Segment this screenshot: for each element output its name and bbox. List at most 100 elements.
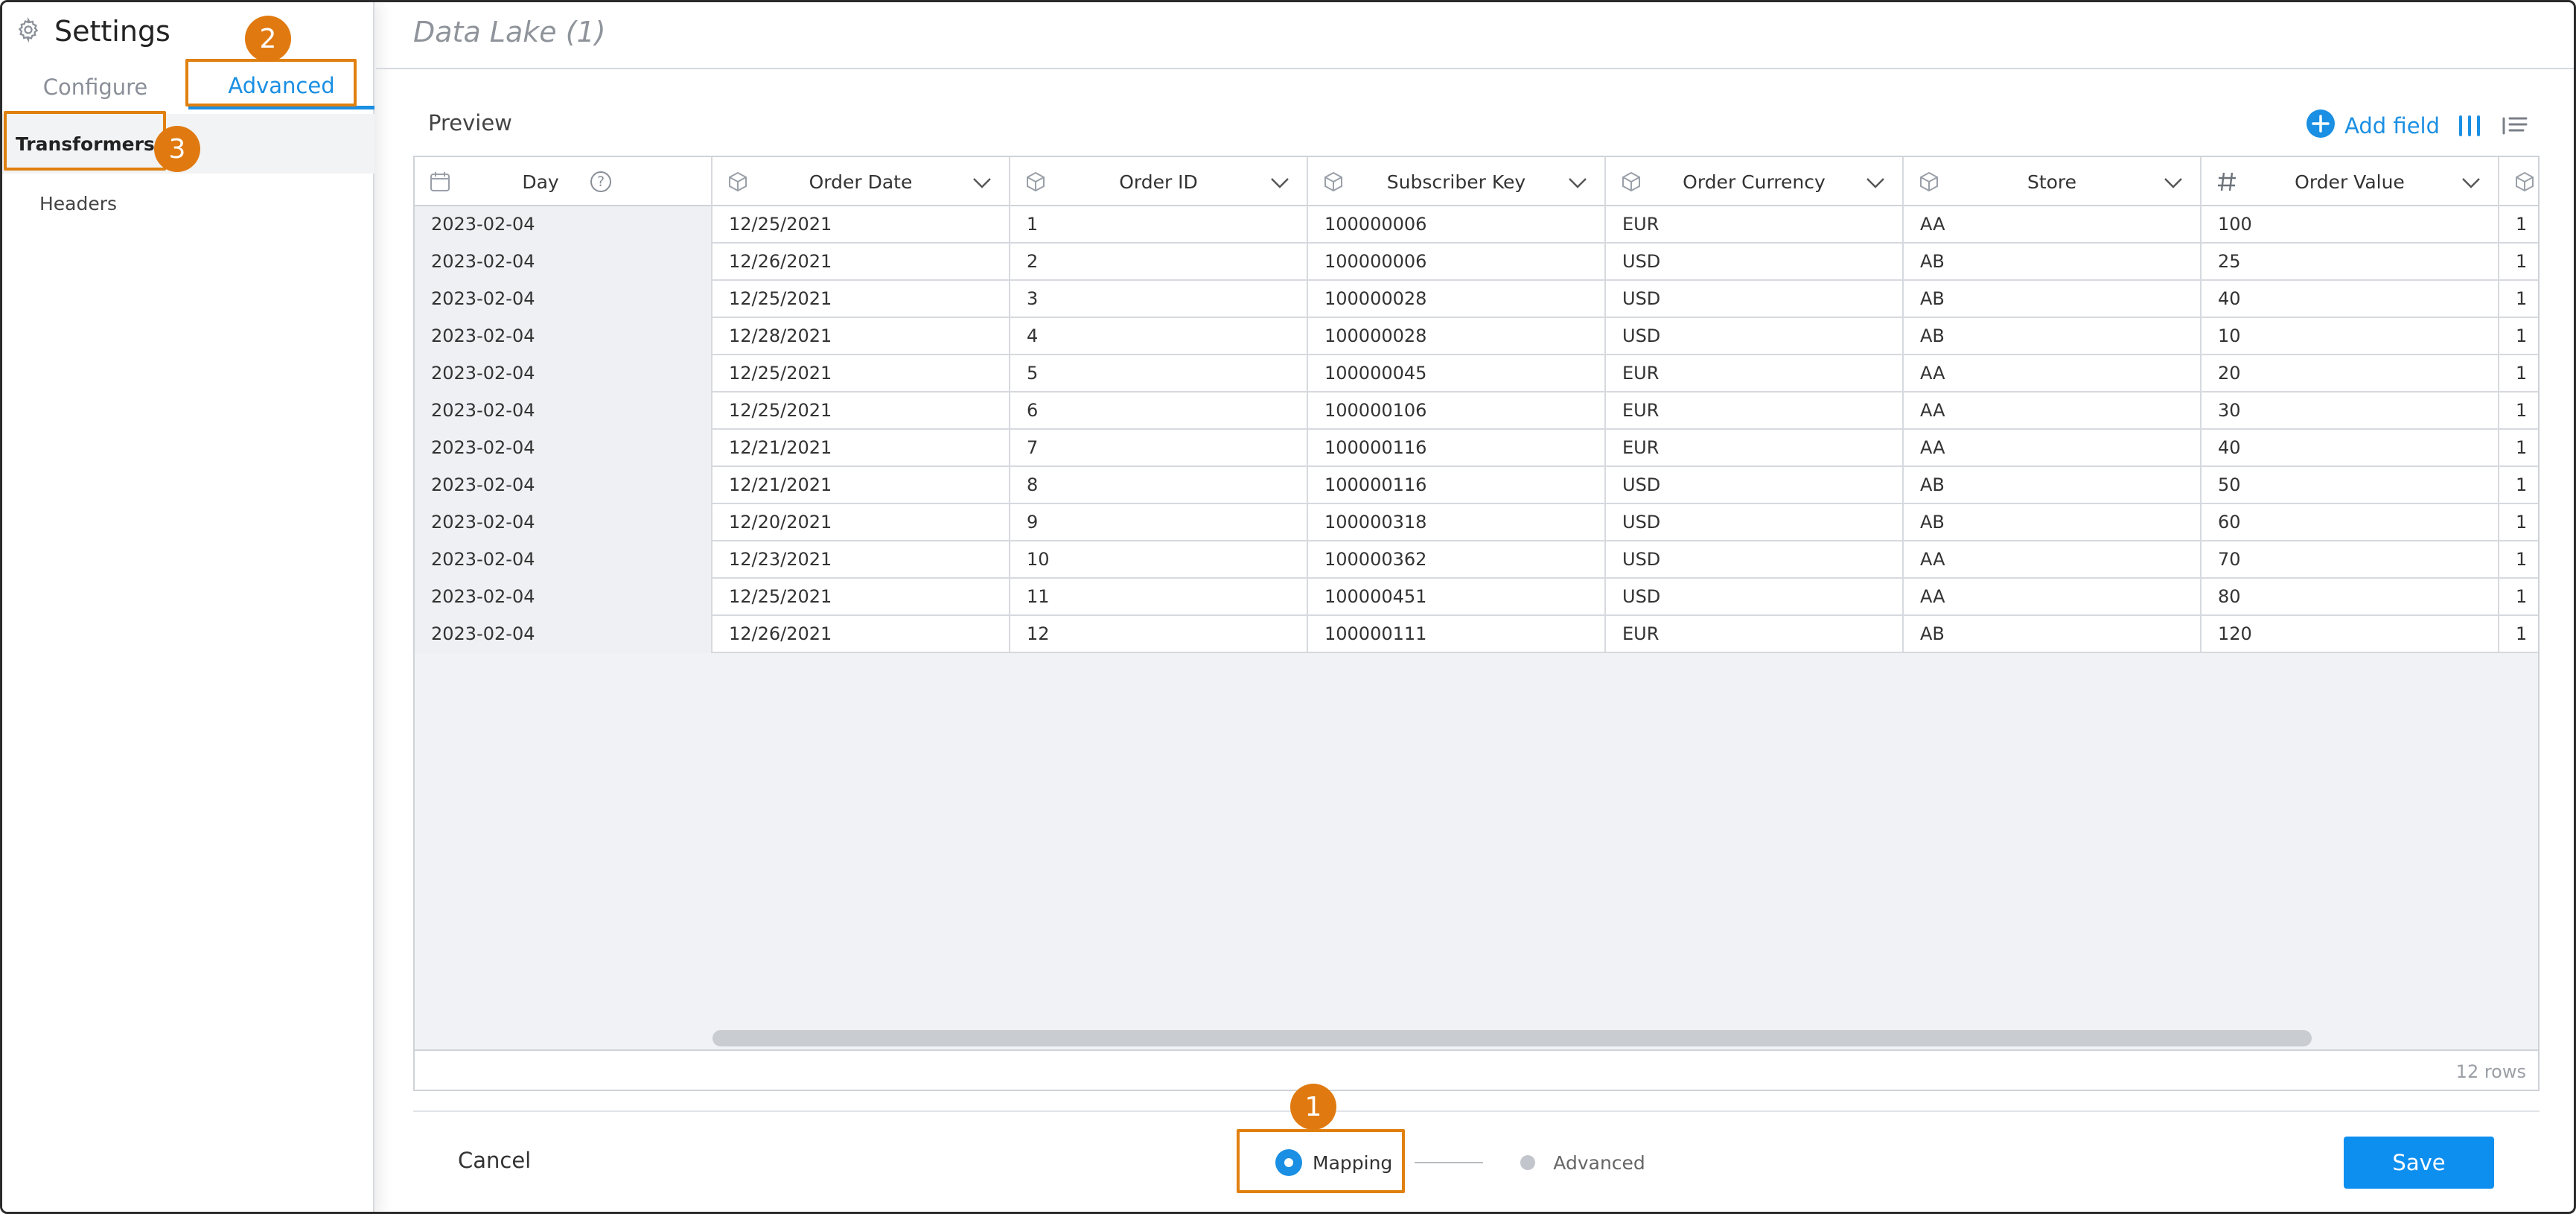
footer-divider [413, 1110, 2540, 1112]
save-button[interactable]: Save [2344, 1137, 2494, 1189]
cube-icon [1619, 170, 1643, 194]
table-row: 2023-02-04 12/21/2021 7 100000116 EUR AA 40 1 [415, 430, 2538, 467]
columns-icon[interactable] [2455, 112, 2484, 139]
list-icon[interactable] [2499, 112, 2529, 139]
annotation-badge-1: 1 [1290, 1084, 1336, 1130]
table-cell: 100000451 [1308, 579, 1606, 616]
table-cell: 1 [2499, 541, 2538, 579]
settings-tabs: Configure Advanced [2, 65, 374, 109]
table-cell: 1 [2499, 318, 2538, 355]
step-advanced-indicator[interactable] [1520, 1155, 1536, 1170]
table-cell: 100000318 [1308, 504, 1606, 541]
column-header[interactable]: Order ID [1010, 157, 1308, 206]
table-cell: 20 [2202, 355, 2499, 393]
settings-title: Settings [54, 15, 170, 48]
row-count: 12 rows [2455, 1061, 2526, 1082]
column-header[interactable]: Order Date [712, 157, 1010, 206]
sidebar-item-headers[interactable]: Headers [2, 174, 374, 233]
table-cell: 9 [1010, 504, 1308, 541]
table-row: 2023-02-04 12/23/2021 10 100000362 USD AA 70 1 [415, 541, 2538, 579]
table-cell: 100000006 [1308, 206, 1606, 244]
table-cell: 1 [2499, 504, 2538, 541]
step-mapping-label[interactable]: Mapping [1313, 1152, 1392, 1174]
column-header[interactable]: Order Value [2202, 157, 2499, 206]
table-cell: 2023-02-04 [415, 281, 712, 318]
table-cell: 6 [1010, 393, 1308, 430]
table-cell: 2023-02-04 [415, 467, 712, 504]
table-cell: 2023-02-04 [415, 355, 712, 393]
table-cell: 7 [1010, 430, 1308, 467]
cancel-button[interactable]: Cancel [458, 1148, 531, 1173]
table-cell: 11 [1010, 579, 1308, 616]
table-cell: 40 [2202, 281, 2499, 318]
table-cell: AB [1904, 616, 2202, 653]
table-cell: USD [1606, 244, 1904, 281]
table-header: Day? Order Date Order ID Subscriber Key Orde… [415, 157, 2538, 206]
chevron-down-icon[interactable] [1269, 174, 1290, 190]
chevron-down-icon[interactable] [2163, 174, 2184, 190]
table-cell: AB [1904, 467, 2202, 504]
tab-advanced[interactable]: Advanced [188, 65, 374, 109]
table-cell: 2023-02-04 [415, 206, 712, 244]
table-cell: 100000028 [1308, 281, 1606, 318]
table-cell: 1 [2499, 579, 2538, 616]
table-cell: 100000116 [1308, 430, 1606, 467]
column-header[interactable]: Subscriber Key [1308, 157, 1606, 206]
table-cell: AB [1904, 281, 2202, 318]
table-cell: 100000028 [1308, 318, 1606, 355]
table-cell: 2 [1010, 244, 1308, 281]
tab-configure[interactable]: Configure [25, 65, 166, 109]
column-header-label: Order Date [809, 171, 913, 193]
gear-icon [16, 16, 41, 45]
table-cell: 12/25/2021 [712, 281, 1010, 318]
table-cell: 40 [2202, 430, 2499, 467]
table-cell: USD [1606, 467, 1904, 504]
help-icon[interactable]: ? [590, 171, 611, 192]
horizontal-scrollbar[interactable] [712, 1030, 2312, 1046]
table-cell: AB [1904, 318, 2202, 355]
plus-circle-icon [2306, 109, 2344, 144]
settings-sidebar: Settings Configure Advanced Transformers… [2, 2, 374, 1212]
table-cell: 1 [2499, 393, 2538, 430]
table-cell: 80 [2202, 579, 2499, 616]
step-mapping-indicator[interactable] [1275, 1149, 1302, 1176]
table-cell: 1 [2499, 281, 2538, 318]
add-field-button[interactable]: Add field [2306, 109, 2440, 144]
table-cell: 100000045 [1308, 355, 1606, 393]
cube-icon [1917, 170, 1941, 194]
table-cell: 120 [2202, 616, 2499, 653]
table-cell: 2023-02-04 [415, 430, 712, 467]
settings-header: Settings [16, 13, 170, 50]
sidebar-item-label: Transformers [16, 133, 155, 155]
table-row: 2023-02-04 12/25/2021 1 100000006 EUR AA 100 1 [415, 206, 2538, 244]
table-cell: 1 [1010, 206, 1308, 244]
chevron-down-icon[interactable] [1567, 174, 1588, 190]
table-row: 2023-02-04 12/26/2021 12 100000111 EUR AB 120 1 [415, 616, 2538, 653]
table-cell: 100000106 [1308, 393, 1606, 430]
column-header[interactable] [2499, 157, 2538, 206]
table-cell: 12/21/2021 [712, 430, 1010, 467]
table-cell: 2023-02-04 [415, 579, 712, 616]
table-cell: 100000362 [1308, 541, 1606, 579]
chevron-down-icon[interactable] [972, 174, 992, 190]
wizard-stepper: Mapping Advanced [1275, 1148, 1645, 1178]
chevron-down-icon[interactable] [2461, 174, 2481, 190]
table-row: 2023-02-04 12/25/2021 6 100000106 EUR AA 30 1 [415, 393, 2538, 430]
table-cell: EUR [1606, 616, 1904, 653]
step-advanced-label[interactable]: Advanced [1553, 1152, 1645, 1174]
column-header[interactable]: Day? [415, 157, 712, 206]
table-cell: 1 [2499, 467, 2538, 504]
table-cell: 5 [1010, 355, 1308, 393]
column-header-label: Subscriber Key [1386, 171, 1526, 193]
table-cell: 25 [2202, 244, 2499, 281]
chevron-down-icon[interactable] [1865, 174, 1886, 190]
column-header[interactable]: Order Currency [1606, 157, 1904, 206]
preview-table: Day? Order Date Order ID Subscriber Key Orde… [413, 156, 2540, 1091]
table-cell: AB [1904, 504, 2202, 541]
column-header-label: Store [2027, 171, 2077, 193]
table-row: 2023-02-04 12/26/2021 2 100000006 USD AB 25 1 [415, 244, 2538, 281]
table-cell: 2023-02-04 [415, 616, 712, 653]
table-cell: AA [1904, 206, 2202, 244]
column-header[interactable]: Store [1904, 157, 2202, 206]
table-cell: 12/23/2021 [712, 541, 1010, 579]
